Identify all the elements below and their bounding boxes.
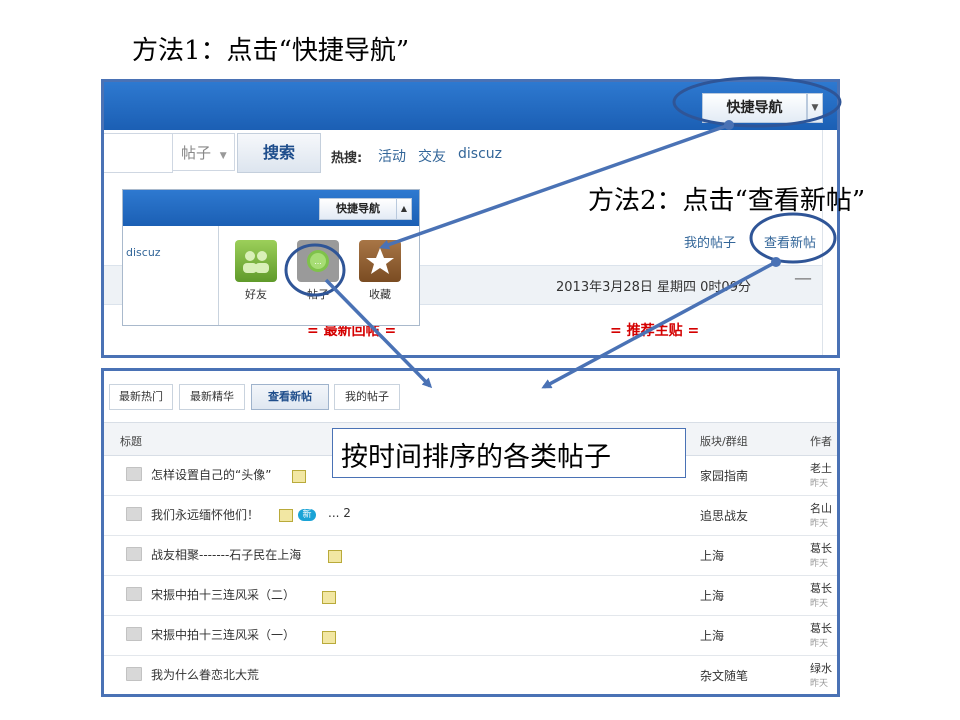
quicknav-arrow bbox=[379, 123, 730, 250]
new-posts-highlight-ellipse bbox=[749, 212, 837, 264]
posts-to-list-arrow bbox=[324, 278, 433, 389]
quicknav-highlight-ellipse bbox=[672, 76, 842, 128]
new-posts-arrow bbox=[541, 260, 777, 389]
annotation-overlay bbox=[284, 76, 842, 389]
